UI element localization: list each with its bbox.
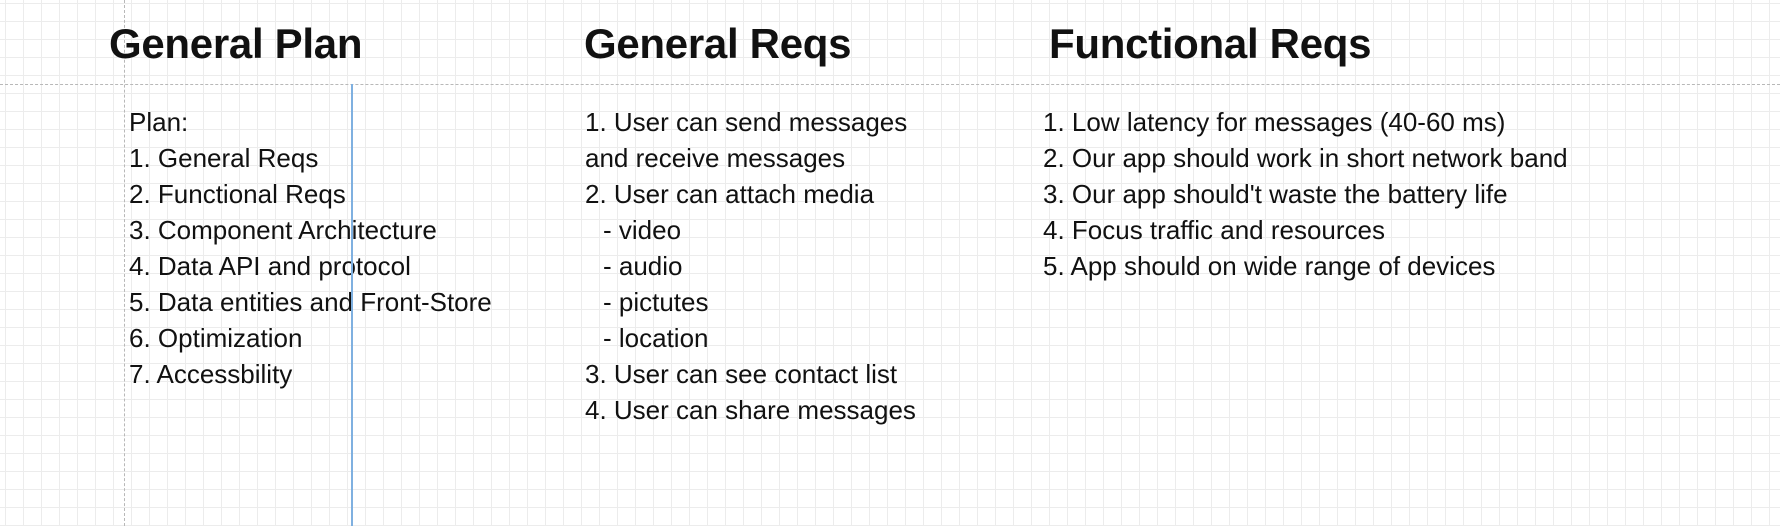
functional-reqs-heading[interactable]: Functional Reqs	[1049, 20, 1372, 68]
vertical-guide-line	[124, 0, 125, 526]
general-plan-heading[interactable]: General Plan	[109, 20, 362, 68]
list-item: - audio	[603, 251, 683, 281]
list-item: 1. General Reqs	[129, 143, 319, 173]
list-item: 3. Our app should't waste the battery li…	[1043, 179, 1508, 209]
list-item: 1. Low latency for messages (40-60 ms)	[1043, 107, 1506, 137]
list-item: 5. App should on wide range of devices	[1043, 251, 1496, 281]
list-item: 4. Focus traffic and resources	[1043, 215, 1386, 245]
list-item: - pictutes	[603, 287, 709, 317]
general-plan-list[interactable]: Plan: 1. General Reqs 2. Functional Reqs…	[129, 104, 492, 392]
horizontal-guide-line	[0, 84, 1780, 85]
list-item: 2. Functional Reqs	[129, 179, 346, 209]
general-reqs-list[interactable]: 1. User can send messages and receive me…	[585, 104, 916, 428]
list-item: 4. User can share messages	[585, 395, 916, 425]
list-item: 5. Data entities and Front-Store	[129, 287, 492, 317]
list-item: 1. User can send messages	[585, 107, 908, 137]
list-item: 3. User can see contact list	[585, 359, 898, 389]
list-item: 2. User can attach media	[585, 179, 875, 209]
list-item: 2. Our app should work in short network …	[1043, 143, 1568, 173]
list-item: and receive messages	[585, 143, 846, 173]
list-item: 4. Data API and protocol	[129, 251, 411, 281]
functional-reqs-list[interactable]: 1. Low latency for messages (40-60 ms) 2…	[1043, 104, 1568, 284]
general-reqs-heading[interactable]: General Reqs	[584, 20, 851, 68]
list-item: - location	[603, 323, 709, 353]
list-item: Plan:	[129, 107, 189, 137]
text-cursor-line	[351, 84, 353, 526]
list-item: 7. Accessbility	[129, 359, 293, 389]
list-item: - video	[603, 215, 682, 245]
whiteboard-canvas[interactable]: General Plan Plan: 1. General Reqs 2. Fu…	[0, 0, 1780, 526]
list-item: 6. Optimization	[129, 323, 303, 353]
list-item: 3. Component Architecture	[129, 215, 437, 245]
